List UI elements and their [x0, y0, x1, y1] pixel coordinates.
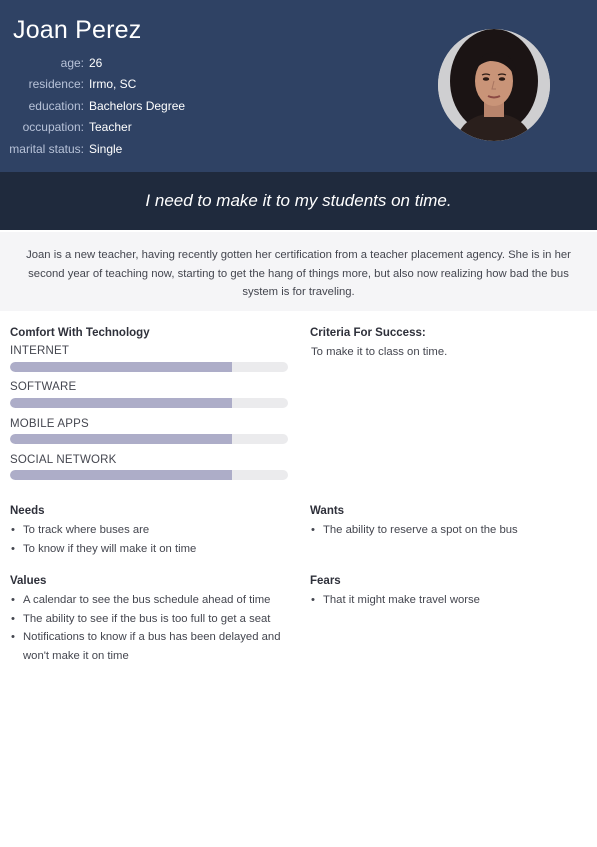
skill-bar-fill — [10, 362, 233, 372]
list-item: That it might make travel worse — [310, 591, 590, 610]
detail-value: 26 — [89, 55, 103, 70]
user-photo-icon — [438, 29, 550, 141]
needs-list: To track where buses are To know if they… — [10, 521, 290, 558]
detail-value: Teacher — [89, 120, 132, 135]
skill-bar — [10, 434, 288, 444]
list-item: The ability to reserve a spot on the bus — [310, 521, 590, 540]
wants-title: Wants — [310, 505, 345, 517]
persona-quote: I need to make it to my students on time… — [145, 191, 452, 210]
detail-value: Irmo, SC — [89, 77, 137, 92]
persona-details: age: 26 residence: Irmo, SC education: B… — [0, 52, 240, 160]
criteria-title: Criteria For Success: — [310, 327, 426, 339]
skill-label: SOCIAL NETWORK — [10, 454, 117, 466]
values-list: A calendar to see the bus schedule ahead… — [10, 591, 295, 665]
needs-title: Needs — [10, 505, 45, 517]
skill-bar-fill — [10, 398, 233, 408]
skill-bar — [10, 398, 288, 408]
detail-residence: residence: Irmo, SC — [0, 74, 240, 96]
detail-marital-status: marital status: Single — [0, 138, 240, 160]
comfort-title: Comfort With Technology — [10, 327, 150, 339]
detail-education: education: Bachelors Degree — [0, 95, 240, 117]
skill-bar — [10, 362, 288, 372]
values-title: Values — [10, 575, 47, 587]
skill-bar — [10, 470, 288, 480]
list-item: To track where buses are — [10, 521, 290, 540]
bio-section: Joan is a new teacher, having recently g… — [0, 232, 597, 311]
skill-label: MOBILE APPS — [10, 418, 89, 430]
quote-banner: I need to make it to my students on time… — [0, 172, 597, 230]
detail-label: residence: — [28, 77, 84, 92]
list-item: The ability to see if the bus is too ful… — [10, 610, 295, 629]
skill-label: SOFTWARE — [10, 381, 77, 393]
avatar — [438, 29, 550, 141]
detail-label: marital status: — [9, 141, 84, 156]
detail-label: age: — [60, 55, 84, 70]
list-item: Notifications to know if a bus has been … — [10, 628, 295, 665]
skill-bar-fill — [10, 434, 233, 444]
detail-age: age: 26 — [0, 52, 240, 74]
persona-bio: Joan is a new teacher, having recently g… — [26, 249, 571, 298]
skill-label: INTERNET — [10, 345, 70, 357]
criteria-text: To make it to class on time. — [311, 346, 448, 358]
fears-list: That it might make travel worse — [310, 591, 590, 610]
fears-title: Fears — [310, 575, 341, 587]
wants-list: The ability to reserve a spot on the bus — [310, 521, 590, 540]
detail-occupation: occupation: Teacher — [0, 117, 240, 139]
list-item: A calendar to see the bus schedule ahead… — [10, 591, 295, 610]
detail-label: education: — [28, 98, 84, 113]
detail-label: occupation: — [22, 120, 84, 135]
detail-value: Bachelors Degree — [89, 98, 186, 113]
list-item: To know if they will make it on time — [10, 540, 290, 559]
persona-name: Joan Perez — [13, 16, 142, 44]
persona-header: Joan Perez age: 26 residence: Irmo, SC e… — [0, 0, 597, 172]
detail-value: Single — [89, 141, 123, 156]
skill-bar-fill — [10, 470, 233, 480]
